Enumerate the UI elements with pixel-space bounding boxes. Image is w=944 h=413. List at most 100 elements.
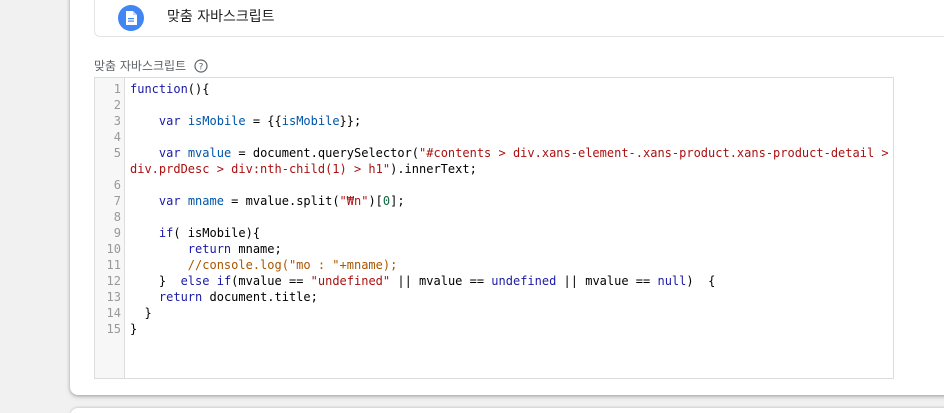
variable-config-card: 맞춤 자바스크립트 맞춤 자바스크립트 ? 1 function(){2 3 var…: [70, 0, 944, 395]
code-line[interactable]: 3 var isMobile = {{isMobile}};: [95, 113, 893, 129]
line-number: 1: [113, 82, 121, 96]
line-text: div.prdDesc > div:nth-child(1) > h1").in…: [130, 161, 477, 177]
line-number: 3: [113, 114, 121, 128]
code-token: if: [216, 274, 232, 288]
code-token: if: [158, 226, 174, 240]
code-line[interactable]: 8: [95, 209, 893, 225]
code-token: (mvalue ==: [231, 274, 311, 288]
code-token: //console.log("mo : "+mname);: [187, 258, 398, 272]
code-token: var: [158, 146, 181, 160]
code-line[interactable]: 7 var mname = mvalue.split("₩n")[0];: [95, 193, 893, 209]
code-token: mname;: [231, 242, 282, 256]
code-token: = {{: [245, 114, 282, 128]
line-number: 6: [113, 178, 121, 192]
code-token: }: [130, 274, 181, 288]
code-token: function: [130, 82, 188, 96]
code-token: isMobile: [187, 114, 246, 128]
variable-type-row[interactable]: 맞춤 자바스크립트: [94, 0, 944, 37]
code-token: mvalue: [187, 146, 232, 160]
code-token: return: [158, 290, 203, 304]
code-token: document.title;: [202, 290, 318, 304]
line-text: //console.log("mo : "+mname);: [130, 257, 398, 273]
line-number: 11: [106, 258, 121, 272]
code-token: div.prdDesc > div:nth-child(1) > h1": [130, 162, 391, 176]
code-line[interactable]: 12 } else if(mvalue == "undefined" || mv…: [95, 273, 893, 289]
line-number: 5: [113, 146, 121, 160]
code-token: || mvalue ==: [390, 274, 492, 288]
line-number: 10: [106, 242, 121, 256]
code-token: isMobile: [281, 114, 340, 128]
code-line[interactable]: 2: [95, 97, 893, 113]
code-line[interactable]: 10 return mname;: [95, 241, 893, 257]
line-number: 8: [113, 210, 121, 224]
code-content[interactable]: 1 function(){2 3 var isMobile = {{isMobile…: [95, 81, 893, 337]
line-text: return document.title;: [130, 289, 318, 305]
code-line[interactable]: 11 //console.log("mo : "+mname);: [95, 257, 893, 273]
code-line[interactable]: 13 return document.title;: [95, 289, 893, 305]
line-number: 15: [106, 322, 121, 336]
line-text: var mvalue = document.querySelector("#co…: [130, 145, 889, 161]
svg-text:?: ?: [199, 62, 204, 72]
line-text: }: [130, 305, 151, 321]
code-token: = mvalue.split(: [223, 194, 340, 208]
code-line[interactable]: div.prdDesc > div:nth-child(1) > h1").in…: [95, 161, 893, 177]
help-icon[interactable]: ?: [194, 58, 208, 73]
code-token: || mvalue ==: [556, 274, 658, 288]
line-number: 9: [113, 226, 121, 240]
line-text: if( isMobile){: [130, 225, 260, 241]
code-token: var: [158, 194, 181, 208]
code-line[interactable]: 4: [95, 129, 893, 145]
code-token: "#contents > div.xans-element-.xans-prod…: [419, 146, 889, 160]
line-number: 14: [106, 306, 121, 320]
code-token: }: [130, 322, 138, 336]
line-text: }: [130, 321, 137, 337]
code-token: mname: [187, 194, 224, 208]
document-icon: [118, 5, 144, 31]
line-number: 12: [106, 274, 121, 288]
code-token: null: [657, 274, 687, 288]
code-line[interactable]: 9 if( isMobile){: [95, 225, 893, 241]
line-text: function(){: [130, 81, 209, 97]
code-token: }};: [339, 114, 362, 128]
field-label-text: 맞춤 자바스크립트: [94, 59, 187, 73]
code-token: return: [187, 242, 232, 256]
code-line[interactable]: 5 var mvalue = document.querySelector("#…: [95, 145, 893, 161]
code-token: ) {: [686, 274, 716, 288]
code-line[interactable]: 1 function(){: [95, 81, 893, 97]
code-line[interactable]: 15}: [95, 321, 893, 337]
code-line[interactable]: 6: [95, 177, 893, 193]
line-number: 4: [113, 130, 121, 144]
code-token: )[: [368, 194, 383, 208]
code-token: undefined: [491, 274, 557, 288]
line-text: var isMobile = {{isMobile}};: [130, 113, 361, 129]
line-text: var mname = mvalue.split("₩n")[0];: [130, 193, 405, 209]
code-token: else: [180, 274, 210, 288]
code-token: (){: [187, 82, 210, 96]
line-text: return mname;: [130, 241, 282, 257]
code-token: "undefined": [310, 274, 391, 288]
code-token: ).innerText;: [390, 162, 477, 176]
code-token: var: [158, 114, 181, 128]
next-card: [70, 408, 944, 413]
code-token: "₩n": [339, 194, 369, 208]
line-number: 2: [113, 98, 121, 112]
variable-type-label: 맞춤 자바스크립트: [167, 9, 275, 25]
line-number: 13: [106, 290, 121, 304]
code-token: ];: [390, 194, 405, 208]
code-line[interactable]: 14 }: [95, 305, 893, 321]
field-label: 맞춤 자바스크립트 ?: [94, 57, 208, 74]
line-text: } else if(mvalue == "undefined" || mvalu…: [130, 273, 715, 289]
code-token: = document.querySelector(: [231, 146, 420, 160]
code-token: ( isMobile){: [173, 226, 261, 240]
code-editor[interactable]: 1 function(){2 3 var isMobile = {{isMobile…: [94, 77, 894, 379]
